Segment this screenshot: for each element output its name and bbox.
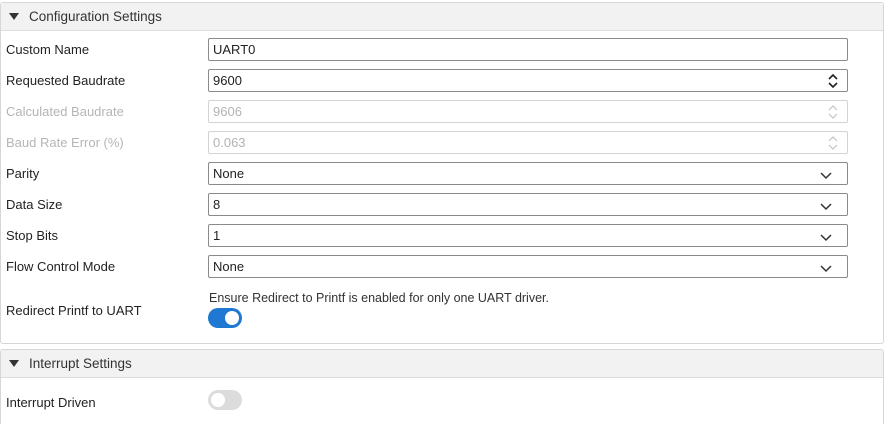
parity-label: Parity: [6, 166, 40, 181]
baud-rate-error-label: Baud Rate Error (%): [6, 135, 124, 150]
custom-name-label: Custom Name: [6, 42, 90, 57]
redirect-printf-toggle[interactable]: [208, 308, 242, 328]
caret-down-icon[interactable]: [9, 13, 19, 20]
calculated-baudrate-spinner: 9606: [208, 100, 848, 123]
parity-row: Parity None: [1, 162, 884, 186]
custom-name-row: Custom Name UART0: [1, 38, 884, 62]
stop-bits-label: Stop Bits: [6, 228, 59, 243]
baud-rate-error-value: 0.063: [213, 135, 246, 150]
spinner-arrows-icon: [827, 102, 839, 122]
stop-bits-select[interactable]: 1: [208, 224, 848, 247]
data-size-label: Data Size: [6, 197, 63, 212]
caret-down-icon[interactable]: [9, 360, 19, 367]
data-size-row: Data Size 8: [1, 193, 884, 217]
parity-select[interactable]: None: [208, 162, 848, 185]
baud-rate-error-row: Baud Rate Error (%) 0.063: [1, 131, 884, 155]
configuration-settings-header[interactable]: Configuration Settings: [1, 3, 883, 31]
custom-name-input[interactable]: UART0: [208, 38, 848, 61]
interrupt-driven-toggle[interactable]: [208, 390, 242, 410]
data-size-value: 8: [213, 197, 221, 212]
interrupt-settings-title: Interrupt Settings: [29, 356, 132, 371]
interrupt-settings-header[interactable]: Interrupt Settings: [1, 350, 883, 378]
flow-control-label: Flow Control Mode: [6, 259, 116, 274]
parity-value: None: [213, 166, 245, 181]
requested-baudrate-row: Requested Baudrate 9600: [1, 69, 884, 93]
chevron-down-icon[interactable]: [819, 169, 833, 180]
requested-baudrate-spinner[interactable]: 9600: [208, 69, 848, 92]
custom-name-value: UART0: [213, 42, 256, 57]
flow-control-value: None: [213, 259, 245, 274]
calculated-baudrate-row: Calculated Baudrate 9606: [1, 100, 884, 124]
configuration-settings-title: Configuration Settings: [29, 9, 162, 24]
redirect-printf-row: Redirect Printf to UART: [1, 299, 884, 323]
interrupt-settings-panel: Interrupt Settings Interrupt Driven: [0, 349, 884, 424]
spinner-arrows-icon[interactable]: [827, 71, 839, 91]
chevron-down-icon[interactable]: [819, 200, 833, 211]
toggle-knob: [225, 311, 239, 325]
spinner-arrows-icon: [827, 133, 839, 153]
calculated-baudrate-value: 9606: [213, 104, 242, 119]
chevron-down-icon[interactable]: [819, 262, 833, 273]
requested-baudrate-value: 9600: [213, 73, 242, 88]
baud-rate-error-spinner: 0.063: [208, 131, 848, 154]
flow-control-row: Flow Control Mode None: [1, 255, 884, 279]
configuration-settings-panel: Configuration Settings Custom Name UART0…: [0, 2, 884, 344]
interrupt-driven-row: Interrupt Driven: [1, 391, 884, 415]
flow-control-select[interactable]: None: [208, 255, 848, 278]
redirect-printf-label: Redirect Printf to UART: [6, 303, 142, 318]
stop-bits-row: Stop Bits 1: [1, 224, 884, 248]
data-size-select[interactable]: 8: [208, 193, 848, 216]
stop-bits-value: 1: [213, 228, 221, 243]
requested-baudrate-label: Requested Baudrate: [6, 73, 126, 88]
calculated-baudrate-label: Calculated Baudrate: [6, 104, 124, 119]
toggle-knob: [211, 393, 225, 407]
chevron-down-icon[interactable]: [819, 231, 833, 242]
interrupt-driven-label: Interrupt Driven: [6, 395, 96, 410]
